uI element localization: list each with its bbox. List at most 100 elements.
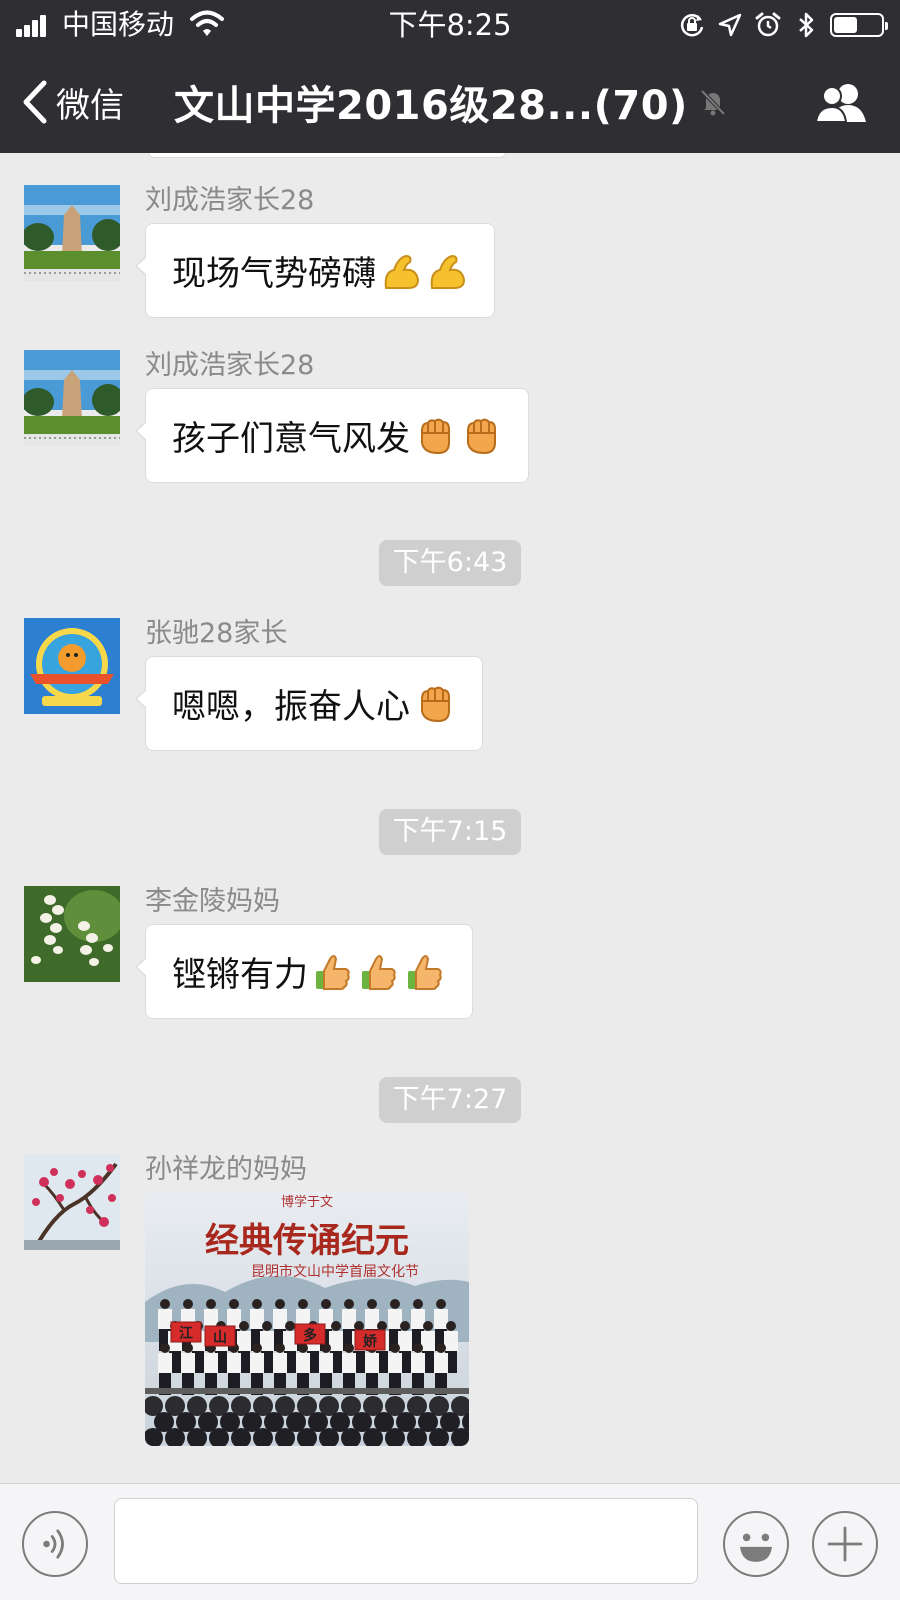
raised-fist-icon	[421, 686, 450, 722]
smiley-icon	[740, 1533, 772, 1562]
thumbs-up-icon	[408, 954, 442, 990]
message-photo[interactable]: 博学于文 经典传诵纪元 昆明市文山中学首届文化节 江 山 多 娇	[145, 1192, 469, 1446]
performer-head	[436, 1343, 446, 1353]
performer-body	[434, 1309, 448, 1329]
photo-sign-text: 娇	[363, 1333, 378, 1350]
photo-sign-text: 多	[303, 1327, 317, 1344]
location-arrow-icon	[718, 13, 742, 37]
performer-head	[229, 1299, 239, 1309]
performer-body	[411, 1353, 425, 1373]
performer-head	[390, 1299, 400, 1309]
mute-bell-icon	[700, 89, 726, 116]
thumbs-up-icon	[316, 954, 350, 990]
sender-name: 刘成浩家长28	[145, 185, 315, 216]
performer-head	[275, 1299, 285, 1309]
nav-bar: 微信 文山中学2016级28...(70)	[0, 50, 900, 153]
voice-icon	[43, 1529, 64, 1559]
status-bar: 中国移动 下午8:25	[0, 0, 900, 50]
performer-head	[160, 1343, 170, 1353]
performer-head	[262, 1321, 272, 1331]
performer-body	[388, 1309, 402, 1329]
message-bubble[interactable]: 嗯嗯，振奋人心	[135, 656, 483, 751]
battery-level	[834, 17, 857, 33]
performer-body	[365, 1353, 379, 1373]
message-bubble[interactable]: 孩子们意气风发	[135, 388, 529, 483]
performer-body	[434, 1353, 448, 1373]
performer-body	[444, 1331, 458, 1351]
performer-head	[206, 1299, 216, 1309]
performer-head	[423, 1321, 433, 1331]
emoji-button[interactable]	[723, 1511, 789, 1577]
performer-body	[227, 1353, 241, 1373]
chevron-left-icon	[23, 80, 47, 124]
plum-blossom-avatar-image	[24, 1154, 120, 1250]
timestamp-pill: 下午7:27	[378, 1077, 522, 1123]
battery-icon	[830, 13, 888, 37]
sender-name: 李金陵妈妈	[145, 886, 280, 917]
performer-body	[398, 1331, 412, 1351]
message-text: 嗯嗯，振奋人心	[172, 687, 410, 727]
performer-body	[181, 1353, 195, 1373]
thumbs-up-icon	[362, 954, 396, 990]
chat-area[interactable]: 刘成浩家长28 现场气势磅礴 刘成浩家长28 孩子们意气风发 下午6:43 张驰…	[0, 153, 900, 1483]
performer-head	[331, 1321, 341, 1331]
performer-head	[344, 1299, 354, 1309]
monument-avatar-image	[24, 185, 120, 281]
sender-name: 刘成浩家长28	[145, 350, 315, 381]
photo-banner-text: 经典传诵纪元	[205, 1221, 409, 1261]
performer-body	[388, 1353, 402, 1373]
performer-head	[183, 1299, 193, 1309]
avatar[interactable]	[24, 350, 120, 446]
group-members-icon[interactable]	[814, 80, 870, 124]
performer-head	[239, 1321, 249, 1331]
performer-head	[160, 1299, 170, 1309]
bluetooth-icon	[799, 12, 814, 38]
status-icons	[678, 8, 888, 42]
voice-input-button[interactable]	[22, 1511, 88, 1577]
performer-head	[413, 1299, 423, 1309]
avatar[interactable]	[24, 1154, 120, 1250]
performer-head	[275, 1343, 285, 1353]
back-label: 微信	[56, 85, 124, 126]
performer-body	[204, 1353, 218, 1373]
performer-head	[436, 1299, 446, 1309]
performer-body	[158, 1353, 172, 1373]
performer-head	[252, 1343, 262, 1353]
back-button[interactable]: 微信	[20, 72, 124, 132]
input-bar	[0, 1483, 900, 1600]
photo-sign-text: 江	[179, 1325, 193, 1342]
avatar[interactable]	[24, 618, 120, 714]
message-bubble[interactable]: 铿锵有力	[135, 924, 473, 1019]
chat-title-group: 文山中学2016级28...(70)	[174, 74, 728, 130]
performer-head	[413, 1343, 423, 1353]
stage-photo-image: 博学于文 经典传诵纪元 昆明市文山中学首届文化节 江 山 多 娇	[145, 1192, 469, 1446]
performer-head	[298, 1299, 308, 1309]
plus-icon	[827, 1526, 863, 1562]
timestamp-pill: 下午7:15	[378, 809, 522, 855]
avatar[interactable]	[24, 185, 120, 281]
avatar[interactable]	[24, 886, 120, 982]
flexed-biceps-icon	[430, 254, 466, 289]
flowers-avatar-image	[24, 886, 120, 982]
chat-title: 文山中学2016级28...(70)	[174, 83, 688, 129]
message-bubble[interactable]: 现场气势磅礴	[135, 223, 495, 318]
performer-head	[183, 1343, 193, 1353]
badge-avatar-image	[24, 618, 120, 714]
more-actions-button[interactable]	[812, 1511, 878, 1577]
timestamp-pill: 下午6:43	[378, 540, 522, 586]
performer-body	[365, 1309, 379, 1329]
previous-message-edge	[148, 153, 506, 158]
photo-subbanner-text: 昆明市文山中学首届文化节	[251, 1263, 419, 1280]
performer-head	[285, 1321, 295, 1331]
performer-body	[319, 1353, 333, 1373]
performer-body	[342, 1353, 356, 1373]
alarm-icon	[755, 12, 781, 37]
performer-head	[400, 1321, 410, 1331]
message-input[interactable]	[114, 1498, 698, 1584]
performer-body	[250, 1353, 264, 1373]
performer-body	[411, 1309, 425, 1329]
top-bar: 中国移动 下午8:25 微信 文山中学2016级28...(70)	[0, 0, 900, 153]
performer-body	[273, 1353, 287, 1373]
message-text: 铿锵有力	[172, 955, 308, 995]
performer-head	[344, 1343, 354, 1353]
